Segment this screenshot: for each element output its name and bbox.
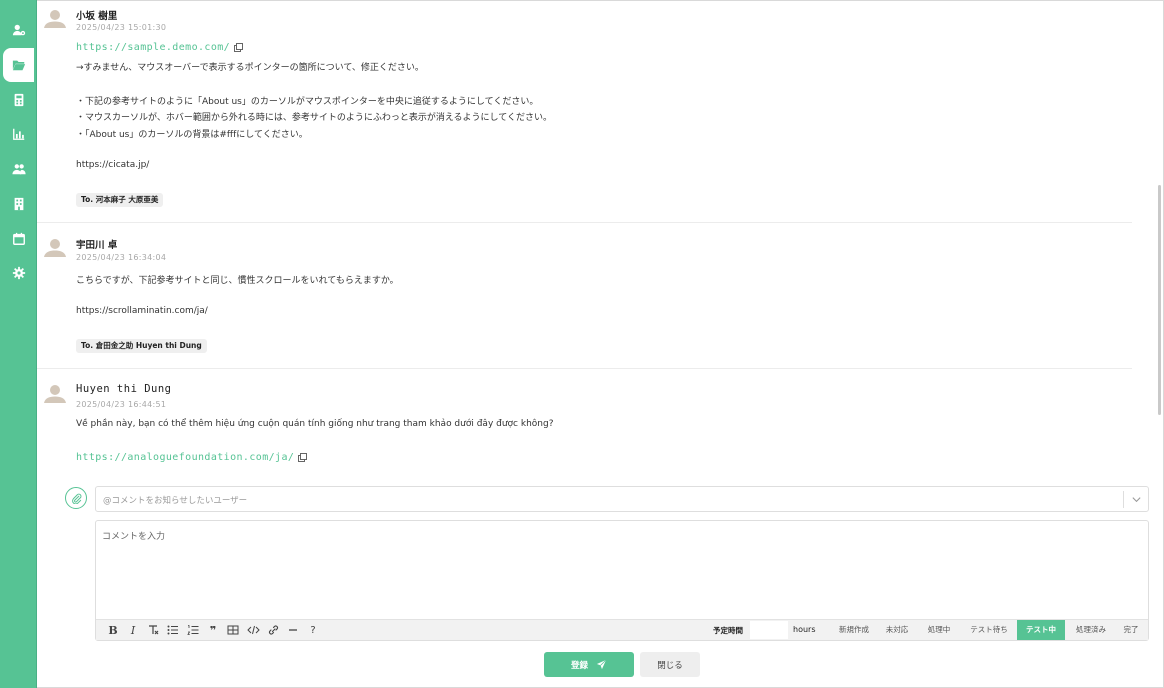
paperclip-icon bbox=[71, 493, 81, 504]
comment-text-line: https://cicata.jp/ bbox=[76, 160, 150, 170]
quote-icon[interactable]: ❞ bbox=[206, 623, 220, 637]
comment-link[interactable]: https://sample.demo.com/ bbox=[76, 42, 244, 53]
status-option[interactable]: 未対応 bbox=[880, 620, 914, 640]
link-icon[interactable] bbox=[266, 623, 280, 637]
comment-editor[interactable]: コメントを入力 B I ❞ ? 予定時間 hours 新規作成 未対応 処理中 … bbox=[95, 520, 1149, 641]
user-settings-icon bbox=[12, 24, 25, 36]
comment-input-placeholder: コメントを入力 bbox=[102, 532, 166, 542]
status-option[interactable]: 新規作成 bbox=[833, 620, 875, 640]
sidebar-item-companies[interactable] bbox=[0, 187, 37, 221]
comment-text-line: →すみません、マウスオーバーで表示するポインターの箇所について、修正ください。 bbox=[76, 63, 424, 73]
select-separator bbox=[1123, 491, 1124, 508]
mention-tag: To. 倉田金之助 Huyen thi Dung bbox=[76, 339, 207, 353]
comment-text-line: https://scrollaminatin.com/ja/ bbox=[76, 306, 208, 316]
building-icon bbox=[14, 197, 23, 211]
mention-tag: To. 河本麻子 大原亜美 bbox=[76, 193, 164, 207]
avatar bbox=[44, 385, 66, 403]
submit-button[interactable]: 登録 bbox=[544, 652, 634, 677]
folder-open-icon bbox=[12, 60, 25, 71]
help-icon[interactable]: ? bbox=[306, 623, 320, 637]
close-button[interactable]: 閉じる bbox=[640, 652, 700, 677]
comment-author: 小坂 樹里 bbox=[76, 11, 118, 22]
table-icon[interactable] bbox=[226, 623, 240, 637]
mention-user-placeholder: @コメントをお知らせしたいユーザー bbox=[103, 496, 248, 506]
comment-text-line: ・マウスカーソルが、ホバー範囲から外れる時には、参考サイトのようにふわっと表示が… bbox=[76, 113, 553, 123]
avatar bbox=[44, 239, 66, 257]
send-icon bbox=[596, 659, 607, 670]
sidebar-item-estimates[interactable] bbox=[0, 83, 37, 117]
comment-link-text[interactable]: https://analoguefoundation.com/ja/ bbox=[76, 452, 294, 463]
status-option[interactable]: テスト待ち bbox=[964, 620, 1014, 640]
scrollbar-thumb[interactable] bbox=[1158, 185, 1161, 415]
bold-icon[interactable]: B bbox=[106, 623, 120, 637]
status-option-active[interactable]: テスト中 bbox=[1017, 620, 1065, 640]
comment-timestamp: 2025/04/23 16:34:04 bbox=[76, 253, 167, 262]
avatar bbox=[44, 10, 66, 28]
comment-link-text[interactable]: https://sample.demo.com/ bbox=[76, 42, 230, 53]
comment-author: 宇田川 卓 bbox=[76, 240, 118, 251]
comment-timestamp: 2025/04/23 16:44:51 bbox=[76, 400, 167, 409]
sidebar bbox=[0, 0, 37, 688]
estimate-label: 予定時間 bbox=[713, 626, 743, 635]
comment-text-line: ・「About us」のカーソルの背景は#fffにしてください。 bbox=[76, 130, 308, 140]
status-option[interactable]: 完了 bbox=[1118, 620, 1144, 640]
estimate-unit: hours bbox=[793, 625, 816, 634]
editor-toolbar: B I ❞ ? 予定時間 hours 新規作成 未対応 処理中 テスト待ち テス… bbox=[96, 619, 1148, 640]
attach-button[interactable] bbox=[65, 487, 87, 509]
comment-divider bbox=[37, 368, 1132, 369]
italic-icon[interactable]: I bbox=[126, 623, 140, 637]
comment-timestamp: 2025/04/23 15:01:30 bbox=[76, 23, 167, 32]
external-link-icon[interactable] bbox=[298, 452, 308, 462]
submit-button-label: 登録 bbox=[570, 660, 588, 671]
comment-divider bbox=[37, 222, 1132, 223]
gear-icon bbox=[12, 266, 25, 280]
clear-format-icon[interactable] bbox=[146, 623, 160, 637]
external-link-icon[interactable] bbox=[234, 42, 244, 52]
status-option[interactable]: 処理済み bbox=[1070, 620, 1112, 640]
bar-chart-icon bbox=[12, 128, 24, 140]
users-icon bbox=[11, 164, 26, 175]
sidebar-item-members[interactable] bbox=[0, 152, 37, 186]
bullet-list-icon[interactable] bbox=[166, 623, 180, 637]
comment-text-line: ・下記の参考サイトのように「About us」のカーソルがマウスポインターを中央… bbox=[76, 97, 539, 107]
numbered-list-icon[interactable] bbox=[186, 623, 200, 637]
code-icon[interactable] bbox=[246, 623, 260, 637]
horizontal-rule-icon[interactable] bbox=[286, 623, 300, 637]
calendar-icon bbox=[12, 232, 25, 245]
sidebar-item-calendar[interactable] bbox=[0, 222, 37, 256]
comment-text-line: Về phần này, bạn có thể thêm hiệu ứng cu… bbox=[76, 419, 554, 429]
calculator-icon bbox=[14, 93, 23, 107]
estimate-hours-input[interactable] bbox=[750, 621, 788, 639]
sidebar-item-settings[interactable] bbox=[0, 256, 37, 290]
comment-text-line: こちらですが、下記参考サイトと同じ、慣性スクロールをいれてもらえますか。 bbox=[76, 276, 399, 286]
sidebar-item-projects[interactable] bbox=[3, 48, 34, 82]
chevron-down-icon[interactable] bbox=[1131, 494, 1142, 505]
sidebar-item-user-settings[interactable] bbox=[0, 13, 37, 47]
comment-link[interactable]: https://analoguefoundation.com/ja/ bbox=[76, 452, 308, 463]
comment-author: Huyen thi Dung bbox=[76, 383, 172, 395]
status-option[interactable]: 処理中 bbox=[922, 620, 956, 640]
mention-user-select[interactable]: @コメントをお知らせしたいユーザー bbox=[95, 486, 1149, 512]
sidebar-item-reports[interactable] bbox=[0, 117, 37, 151]
